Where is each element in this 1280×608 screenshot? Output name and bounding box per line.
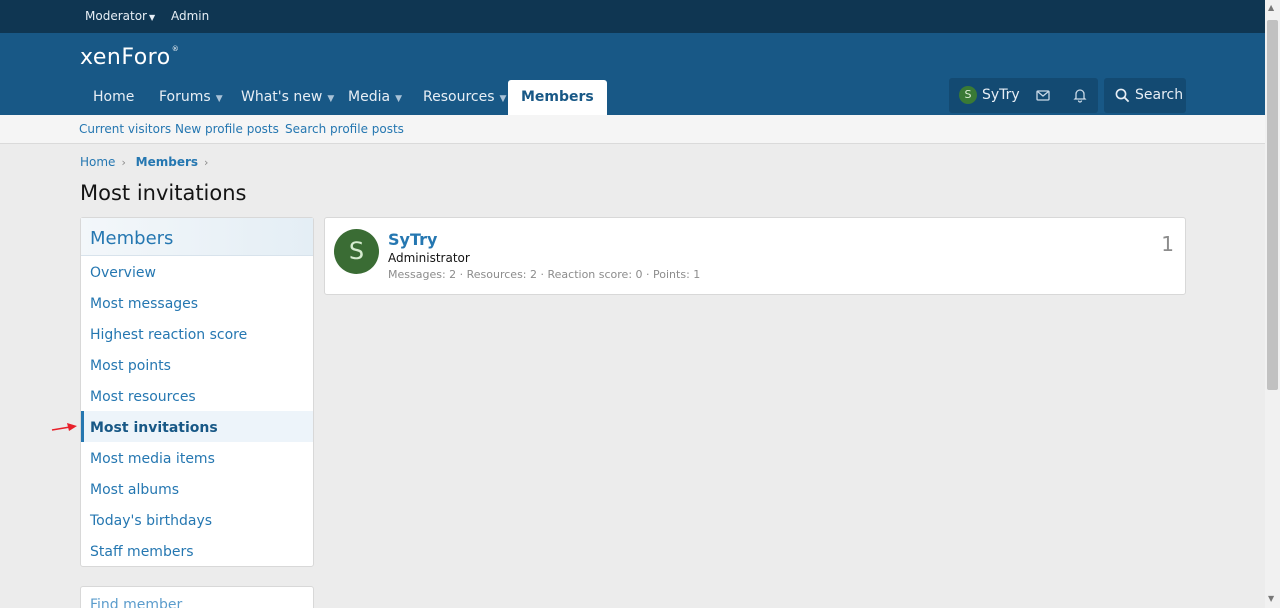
avatar[interactable]: S [334, 229, 379, 274]
sidebar-item-most-resources[interactable]: Most resources [81, 380, 313, 411]
chevron-down-icon[interactable]: ▼ [500, 94, 507, 104]
page-title: Most invitations [80, 181, 247, 205]
sidebar-item-overview[interactable]: Overview [81, 256, 313, 287]
scrollbar-thumb[interactable] [1267, 20, 1278, 390]
user-controls: S SyTry [949, 78, 1098, 113]
tab-members[interactable]: Members [508, 80, 607, 115]
logo-text: xenForo [80, 45, 171, 70]
tab-home[interactable]: Home [80, 80, 134, 115]
breadcrumb: Home › Members › [80, 155, 214, 169]
envelope-icon[interactable] [1035, 87, 1051, 103]
tab-forums-label: Forums [159, 89, 211, 105]
site-header: xenForo® Home Forums ▼ What's new ▼ Media ▼… [0, 33, 1265, 115]
member-stats: Messages: 2 · Resources: 2 · Reaction sc… [388, 268, 701, 281]
member-role: Administrator [388, 251, 470, 265]
bell-icon[interactable] [1072, 87, 1088, 103]
search-icon [1115, 88, 1130, 103]
chevron-down-icon[interactable]: ▼ [395, 94, 402, 104]
subnav-search-profile-posts[interactable]: Search profile posts [285, 122, 404, 136]
chevron-down-icon[interactable]: ▼ [327, 94, 334, 104]
search-button[interactable]: Search [1104, 78, 1186, 113]
sidebar-item-most-points[interactable]: Most points [81, 349, 313, 380]
subnav-new-profile-posts[interactable]: New profile posts [175, 122, 279, 136]
tab-whats-new-label: What's new [241, 89, 323, 105]
tab-forums[interactable]: Forums ▼ [146, 80, 223, 115]
avatar[interactable]: S [959, 86, 977, 104]
breadcrumb-home[interactable]: Home [80, 155, 115, 169]
tab-resources-label: Resources [423, 89, 495, 105]
page-scrollbar[interactable]: ▲ ▼ [1265, 0, 1280, 608]
subnav-current-visitors[interactable]: Current visitors [79, 122, 171, 136]
members-sidebar: Members Overview Most messages Highest r… [80, 217, 314, 567]
sidebar-item-todays-birthdays[interactable]: Today's birthdays [81, 504, 313, 535]
registered-icon: ® [171, 45, 180, 53]
breadcrumb-members[interactable]: Members [136, 155, 198, 169]
caret-down-icon: ▼ [148, 13, 156, 22]
tab-home-label: Home [93, 89, 135, 105]
tab-members-label: Members [521, 89, 594, 105]
moderator-menu[interactable]: Moderator ▼ [85, 9, 155, 23]
invitation-count: 1 [1161, 232, 1174, 256]
member-name-link[interactable]: SyTry [388, 230, 437, 249]
chevron-down-icon[interactable]: ▼ [216, 94, 223, 104]
search-label: Search [1135, 87, 1184, 103]
site-logo[interactable]: xenForo® [80, 45, 179, 70]
sub-nav: Current visitors New profile posts Searc… [0, 115, 1265, 144]
sidebar-item-highest-reaction-score[interactable]: Highest reaction score [81, 318, 313, 349]
list-item: S SyTry Administrator Messages: 2 · Reso… [324, 217, 1186, 295]
tab-whats-new[interactable]: What's new ▼ [228, 80, 334, 115]
staff-bar: Moderator ▼ Admin [0, 0, 1265, 33]
find-member-block: Find member [80, 586, 314, 608]
sidebar-item-most-invitations[interactable]: Most invitations [81, 411, 313, 442]
scroll-up-icon[interactable]: ▲ [1268, 3, 1274, 12]
admin-link[interactable]: Admin [171, 9, 209, 23]
chevron-right-icon: › [121, 156, 126, 169]
sidebar-item-most-media-items[interactable]: Most media items [81, 442, 313, 473]
moderator-label: Moderator [85, 9, 147, 23]
user-name[interactable]: SyTry [982, 87, 1020, 103]
sidebar-item-most-albums[interactable]: Most albums [81, 473, 313, 504]
sidebar-title: Members [81, 218, 313, 256]
tab-media-label: Media [348, 89, 391, 105]
annotation-arrow-icon [51, 423, 77, 431]
chevron-right-icon: › [204, 156, 209, 169]
tab-resources[interactable]: Resources ▼ [410, 80, 506, 115]
find-member-title: Find member [90, 597, 183, 608]
scroll-down-icon[interactable]: ▼ [1268, 594, 1274, 603]
sidebar-item-most-messages[interactable]: Most messages [81, 287, 313, 318]
tab-media[interactable]: Media ▼ [335, 80, 402, 115]
sidebar-item-staff-members[interactable]: Staff members [81, 535, 313, 566]
